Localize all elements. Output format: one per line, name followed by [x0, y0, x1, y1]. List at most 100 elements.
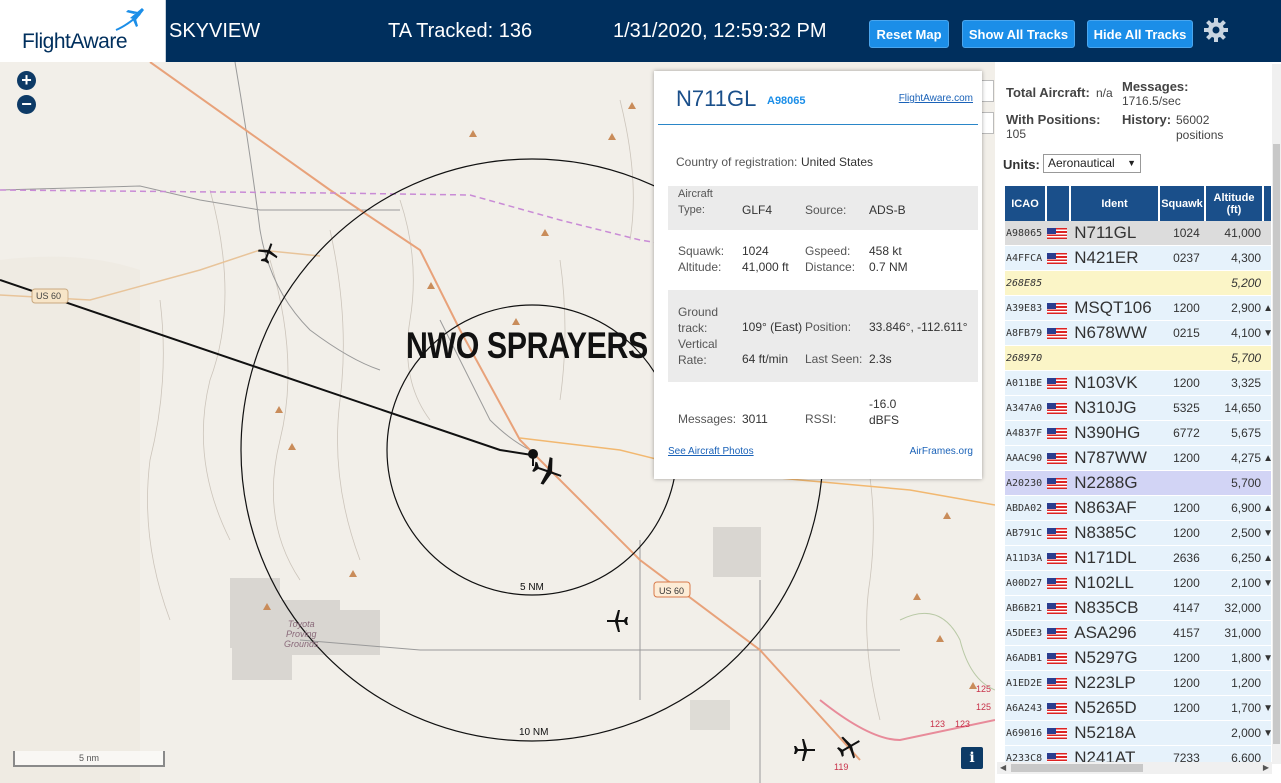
flag-cell: [1046, 677, 1071, 689]
flag-cell: [1046, 602, 1071, 614]
table-row[interactable]: A1ED2E N223LP 1200 1,200: [1005, 671, 1271, 696]
flightaware-logo[interactable]: FlightAware: [0, 0, 166, 62]
map-info-button[interactable]: i: [961, 747, 983, 769]
table-body: A98065 N711GL 1024 41,000 A4FFCA N421ER 0237 4,…: [1005, 221, 1271, 771]
table-row[interactable]: A69016 N5218A 2,000 ▼: [1005, 721, 1271, 746]
with-positions-value: 105: [1006, 127, 1027, 141]
icao-cell: A69016: [1006, 727, 1043, 739]
ident-cell: N787WW: [1074, 448, 1147, 467]
ident-cell: N8385C: [1074, 523, 1137, 542]
ident-cell: N5297G: [1074, 648, 1138, 667]
units-select-value: Aeronautical: [1048, 156, 1115, 170]
aircraft-icon[interactable]: [792, 738, 816, 762]
trend-cell: ▼: [1263, 702, 1271, 714]
aircraft-icon[interactable]: [606, 609, 630, 633]
units-select[interactable]: Aeronautical ▼: [1043, 154, 1141, 173]
table-row[interactable]: A00D27 N102LL 1200 2,100 ▼: [1005, 571, 1271, 596]
aircraft-icon[interactable]: [257, 242, 279, 264]
hide-all-tracks-button[interactable]: Hide All Tracks: [1087, 20, 1193, 48]
reset-map-button[interactable]: Reset Map: [869, 20, 949, 48]
selected-aircraft-icon[interactable]: [530, 454, 564, 488]
zoom-out-button[interactable]: −: [17, 95, 36, 114]
squawk-cell: 1200: [1173, 576, 1200, 590]
table-row[interactable]: A11D3A N171DL 2636 6,250 ▲: [1005, 546, 1271, 571]
table-row[interactable]: AAAC90 N787WW 1200 4,275 ▲: [1005, 446, 1271, 471]
table-row[interactable]: A39E83 MSQT106 1200 2,900 ▲: [1005, 296, 1271, 321]
table-row[interactable]: A011BE N103VK 1200 3,325: [1005, 371, 1271, 396]
column-header-flag[interactable]: [1047, 186, 1071, 221]
squawk-cell: 1200: [1173, 676, 1200, 690]
squawk-cell: 1200: [1173, 526, 1200, 540]
ident-cell: N678WW: [1074, 323, 1147, 342]
popup-hex-code[interactable]: A98065: [767, 95, 806, 107]
flag-cell: [1046, 452, 1071, 464]
show-all-tracks-button[interactable]: Show All Tracks: [962, 20, 1075, 48]
table-row[interactable]: A6ADB1 N5297G 1200 1,800 ▼: [1005, 646, 1271, 671]
table-row[interactable]: 268E85 5,200: [1005, 271, 1271, 296]
flag-cell: [1046, 402, 1071, 414]
aircraft-icon[interactable]: [836, 734, 862, 760]
settings-gear-icon[interactable]: [1203, 17, 1229, 43]
squawk-cell: 1200: [1173, 651, 1200, 665]
aircraft-photos-link[interactable]: See Aircraft Photos: [668, 446, 754, 457]
table-row[interactable]: AB6B21 N835CB 4147 32,000: [1005, 596, 1271, 621]
table-row[interactable]: A20230 N2288G 5,700: [1005, 471, 1271, 496]
altitude-label: Altitude:: [678, 260, 722, 274]
table-row[interactable]: A347A0 N310JG 5325 14,650: [1005, 396, 1271, 421]
table-row[interactable]: 268970 5,700: [1005, 346, 1271, 371]
altitude-cell: 4,300: [1231, 251, 1262, 265]
gspeed-label: Gspeed:: [805, 244, 851, 258]
table-row[interactable]: A8FB79 N678WW 0215 4,100 ▼: [1005, 321, 1271, 346]
altitude-cell: 5,700: [1231, 476, 1262, 490]
trend-cell: ▼: [1263, 652, 1271, 664]
table-toggle-button[interactable]: [980, 112, 994, 134]
aircraft-table: ICAO Ident Squawk Altitude (ft) A98065 N7…: [1005, 186, 1271, 771]
ground-track-label: Ground track:: [678, 305, 719, 335]
icao-cell: A98065: [1006, 227, 1043, 239]
squawk-cell: 1200: [1173, 451, 1200, 465]
icao-cell: A011BE: [1006, 377, 1043, 389]
vertical-rate-label: Vertical Rate:: [678, 337, 718, 367]
altitude-cell: 2,500: [1231, 526, 1262, 540]
flag-cell: [1046, 502, 1071, 514]
vertical-scroll-thumb[interactable]: [1273, 144, 1280, 744]
table-row[interactable]: A98065 N711GL 1024 41,000: [1005, 221, 1271, 246]
flag-cell: [1046, 252, 1071, 264]
column-header-altitude[interactable]: Altitude (ft): [1206, 186, 1264, 221]
ident-cell: ASA296: [1074, 623, 1137, 642]
ident-cell: N102LL: [1074, 573, 1134, 592]
table-row[interactable]: A4FFCA N421ER 0237 4,300: [1005, 246, 1271, 271]
squawk-value: 1024: [742, 244, 769, 258]
altitude-value: 41,000 ft: [742, 260, 789, 274]
altitude-cell: 4,275: [1231, 451, 1262, 465]
column-header-icao[interactable]: ICAO: [1005, 186, 1047, 221]
column-header-ident[interactable]: Ident: [1071, 186, 1160, 221]
horizontal-scroll-thumb[interactable]: [1011, 764, 1143, 772]
table-row[interactable]: A5DEE3 ASA296 4157 31,000: [1005, 621, 1271, 646]
column-header-extra[interactable]: [1264, 186, 1271, 221]
flightaware-link[interactable]: FlightAware.com: [899, 93, 973, 104]
table-row[interactable]: A6A243 N5265D 1200 1,700 ▼: [1005, 696, 1271, 721]
table-horizontal-scrollbar[interactable]: ◀ ▶: [997, 762, 1272, 774]
scroll-right-icon[interactable]: ▶: [1263, 763, 1269, 772]
scroll-left-icon[interactable]: ◀: [1000, 763, 1006, 772]
us-flag-icon: [1046, 402, 1067, 414]
zoom-in-button[interactable]: +: [17, 71, 36, 90]
airframes-link[interactable]: AirFrames.org: [910, 446, 973, 457]
route-125-label-a: 125: [976, 684, 992, 694]
layer-toggle-button[interactable]: [980, 80, 994, 102]
table-row[interactable]: ABDA02 N863AF 1200 6,900 ▲: [1005, 496, 1271, 521]
table-row[interactable]: A4837F N390HG 6772 5,675: [1005, 421, 1271, 446]
route-119-label: 119: [834, 762, 849, 772]
column-header-squawk[interactable]: Squawk: [1160, 186, 1206, 221]
table-row[interactable]: AB791C N8385C 1200 2,500 ▼: [1005, 521, 1271, 546]
ident-cell: N310JG: [1074, 398, 1137, 417]
icao-cell: A6ADB1: [1006, 652, 1043, 664]
altitude-cell: 32,000: [1224, 601, 1262, 615]
flag-cell: [1046, 377, 1071, 389]
type-label: Aircraft Type:: [678, 188, 713, 216]
table-vertical-scrollbar[interactable]: [1272, 64, 1281, 764]
altitude-cell: 6,250: [1231, 551, 1262, 565]
squawk-cell: 4157: [1173, 626, 1200, 640]
icao-cell: A11D3A: [1006, 552, 1043, 564]
